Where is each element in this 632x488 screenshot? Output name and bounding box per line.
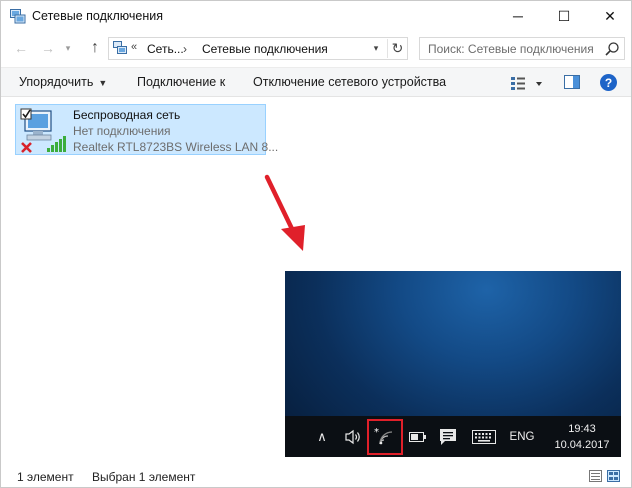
adapter-name: Realtek RTL8723BS Wireless LAN 8... xyxy=(73,140,279,154)
search-input[interactable] xyxy=(420,38,600,59)
search-icon[interactable] xyxy=(604,41,620,57)
address-dropdown-icon[interactable]: ▾ xyxy=(367,39,385,58)
desktop-screenshot-inset: ∧ * ENG 19:43 10.04.2017 xyxy=(285,271,621,457)
network-folder-icon xyxy=(113,41,127,54)
window-title: Сетевые подключения xyxy=(32,9,164,23)
title-bar: Сетевые подключения ─ ☐ ✕ xyxy=(1,1,631,31)
input-language-indicator[interactable]: ENG xyxy=(507,416,537,457)
refresh-icon[interactable]: ↻ xyxy=(387,39,407,58)
preview-pane-icon[interactable] xyxy=(564,75,580,89)
breadcrumb-network-connections[interactable]: Сетевые подключения xyxy=(202,42,328,56)
explorer-window: Сетевые подключения ─ ☐ ✕ ← → ▾ ↑ « Сеть… xyxy=(0,0,632,488)
help-button[interactable]: ? xyxy=(600,74,617,91)
change-view-icon[interactable] xyxy=(509,74,545,92)
recent-locations-chevron-icon[interactable]: ▾ xyxy=(61,38,75,58)
breadcrumb-separator-icon[interactable]: › xyxy=(183,42,187,56)
close-button[interactable]: ✕ xyxy=(587,1,632,31)
navigation-bar: ← → ▾ ↑ « Сеть... › Сетевые подключения … xyxy=(1,34,631,62)
wireless-network-connection-item[interactable]: Беспроводная сеть Нет подключения Realte… xyxy=(15,104,278,155)
show-hidden-icons-chevron-icon[interactable]: ∧ xyxy=(311,416,333,457)
battery-icon[interactable] xyxy=(407,416,429,457)
disable-device-button[interactable]: Отключение сетевого устройства xyxy=(253,75,446,89)
touch-keyboard-icon[interactable] xyxy=(469,416,499,457)
clock-time: 19:43 xyxy=(568,422,596,435)
details-view-icon[interactable] xyxy=(589,470,602,482)
selection-count: Выбран 1 элемент xyxy=(92,470,196,484)
organize-label: Упорядочить xyxy=(19,75,94,89)
forward-button[interactable]: → xyxy=(38,38,58,58)
back-button[interactable]: ← xyxy=(11,38,31,58)
action-center-icon[interactable] xyxy=(436,416,460,457)
annotation-arrow-icon xyxy=(264,174,305,251)
item-count: 1 элемент xyxy=(17,470,74,484)
minimize-button[interactable]: ─ xyxy=(495,1,541,31)
status-bar: 1 элемент Выбран 1 элемент xyxy=(1,465,631,487)
svg-text:*: * xyxy=(374,427,379,438)
breadcrumb-overflow-chevron[interactable]: « xyxy=(131,41,137,53)
wireless-adapter-disconnected-icon xyxy=(20,108,66,153)
breadcrumb-network[interactable]: Сеть... xyxy=(147,42,184,56)
dropdown-caret-icon: ▼ xyxy=(98,78,108,88)
connection-name: Беспроводная сеть xyxy=(73,108,181,122)
organize-button[interactable]: Упорядочить ▼ xyxy=(19,75,107,89)
wifi-not-connected-tray-icon[interactable]: * xyxy=(367,419,403,455)
connection-status: Нет подключения xyxy=(73,124,171,138)
volume-icon[interactable] xyxy=(341,416,365,457)
address-bar[interactable]: « Сеть... › Сетевые подключения ▾ ↻ xyxy=(108,37,408,60)
maximize-button[interactable]: ☐ xyxy=(541,1,587,31)
search-box[interactable] xyxy=(419,37,625,60)
command-bar: Упорядочить ▼ Подключение к Отключение се… xyxy=(1,67,631,97)
taskbar: ∧ * ENG 19:43 10.04.2017 xyxy=(285,416,621,457)
up-button[interactable]: ↑ xyxy=(85,38,105,58)
connect-to-button[interactable]: Подключение к xyxy=(137,75,225,89)
large-icons-view-icon[interactable] xyxy=(607,470,620,482)
taskbar-clock[interactable]: 19:43 10.04.2017 xyxy=(547,416,617,457)
network-connections-app-icon xyxy=(10,9,26,24)
clock-date: 10.04.2017 xyxy=(554,438,610,451)
